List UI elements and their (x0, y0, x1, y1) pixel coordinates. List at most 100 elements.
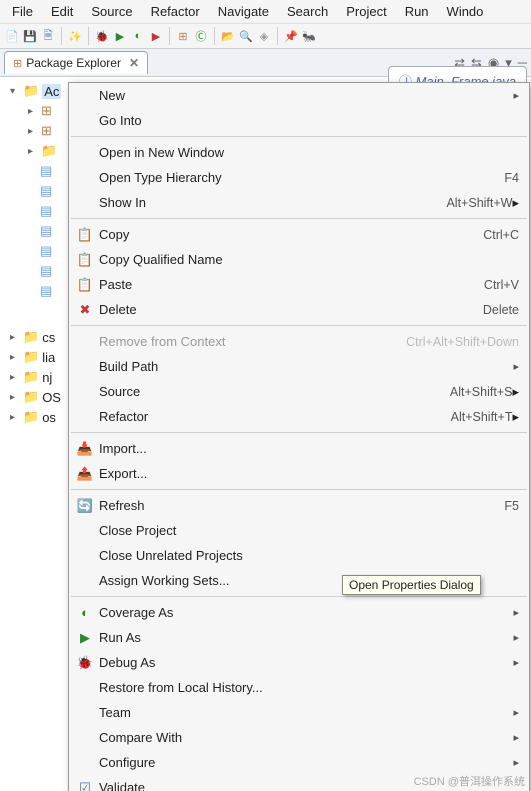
menu-item-open-in-new-window[interactable]: Open in New Window (69, 140, 529, 165)
menu-item-label: Coverage As (95, 605, 173, 620)
menu-item-team[interactable]: Team ▸ (69, 700, 529, 725)
delete-icon: ✖ (75, 302, 95, 318)
menu-item-copy[interactable]: 📋CopyCtrl+C (69, 222, 529, 247)
menu-separator (71, 218, 527, 219)
menu-item-source[interactable]: SourceAlt+Shift+S ▸ (69, 379, 529, 404)
menu-item-new[interactable]: New ▸ (69, 83, 529, 108)
menu-item-label: Compare With (95, 730, 182, 745)
run-icon[interactable]: ▶ (112, 28, 128, 44)
ext-tools-icon[interactable]: ▶ (148, 28, 164, 44)
ant-icon[interactable]: 🐜 (301, 28, 317, 44)
menu-refactor[interactable]: Refactor (143, 2, 208, 21)
search-icon[interactable]: 🔍 (238, 28, 254, 44)
toggle-icon[interactable]: ◈ (256, 28, 272, 44)
save-all-icon[interactable]: 🗎 (40, 28, 56, 44)
menu-window[interactable]: Windo (439, 2, 492, 21)
open-type-icon[interactable]: 📂 (220, 28, 236, 44)
menu-navigate[interactable]: Navigate (210, 2, 277, 21)
menu-separator (71, 325, 527, 326)
coverage-icon[interactable]: ◐ (130, 28, 146, 44)
menu-item-show-in[interactable]: Show InAlt+Shift+W ▸ (69, 190, 529, 215)
submenu-arrow-icon: ▸ (493, 360, 519, 373)
tab-label: Package Explorer (26, 56, 121, 70)
menu-item-build-path[interactable]: Build Path ▸ (69, 354, 529, 379)
menu-item-label: Remove from Context (95, 334, 225, 349)
new-icon[interactable]: 📄 (4, 28, 20, 44)
new-class-icon[interactable]: Ⓒ (193, 28, 209, 44)
expand-icon[interactable]: ▸ (10, 412, 20, 423)
menu-project[interactable]: Project (338, 2, 394, 21)
menu-item-open-type-hierarchy[interactable]: Open Type HierarchyF4 (69, 165, 529, 190)
menu-item-refactor[interactable]: RefactorAlt+Shift+T ▸ (69, 404, 529, 429)
accelerator: F5 (504, 499, 519, 513)
menu-item-import[interactable]: 📥Import... (69, 436, 529, 461)
accelerator: F4 (504, 171, 519, 185)
menu-item-delete[interactable]: ✖DeleteDelete (69, 297, 529, 322)
menu-item-run-as[interactable]: ▶Run As ▸ (69, 625, 529, 650)
expand-icon[interactable]: ▾ (10, 86, 20, 97)
file-icon: ▤ (40, 263, 52, 279)
close-icon[interactable]: ✕ (129, 56, 139, 70)
accelerator: Alt+Shift+T (451, 410, 513, 424)
tooltip: Open Properties Dialog (342, 575, 481, 595)
new-pkg-icon[interactable]: ⊞ (175, 28, 191, 44)
accelerator: Ctrl+V (484, 278, 519, 292)
project-label: cs (42, 330, 55, 345)
pin-icon[interactable]: 📌 (283, 28, 299, 44)
menu-source[interactable]: Source (83, 2, 140, 21)
file-icon: ▤ (40, 223, 52, 239)
run-icon: ▶ (75, 630, 95, 646)
menu-item-debug-as[interactable]: 🐞Debug As ▸ (69, 650, 529, 675)
menu-item-restore-from-local-history[interactable]: Restore from Local History... (69, 675, 529, 700)
menu-item-compare-with[interactable]: Compare With ▸ (69, 725, 529, 750)
menu-item-label: Go Into (95, 113, 142, 128)
menu-item-label: Refresh (95, 498, 145, 513)
menu-file[interactable]: File (4, 2, 41, 21)
expand-icon[interactable]: ▸ (10, 352, 20, 363)
package-explorer-tab[interactable]: ⊞ Package Explorer ✕ (4, 51, 148, 74)
menu-item-close-unrelated-projects[interactable]: Close Unrelated Projects (69, 543, 529, 568)
debug-icon[interactable]: 🐞 (94, 28, 110, 44)
project-label: os (42, 410, 56, 425)
watermark: CSDN @普洱操作系统 (414, 773, 525, 789)
menu-item-paste[interactable]: 📋PasteCtrl+V (69, 272, 529, 297)
menu-item-copy-qualified-name[interactable]: 📋Copy Qualified Name (69, 247, 529, 272)
menu-item-refresh[interactable]: 🔄RefreshF5 (69, 493, 529, 518)
file-icon: ▤ (40, 163, 52, 179)
menu-item-label: Delete (95, 302, 137, 317)
menu-item-label: Restore from Local History... (95, 680, 263, 695)
wand-icon[interactable]: ✨ (67, 28, 83, 44)
expand-icon[interactable]: ▸ (10, 332, 20, 343)
menu-item-coverage-as[interactable]: ◐Coverage As ▸ (69, 600, 529, 625)
expand-icon[interactable]: ▸ (28, 126, 38, 137)
menu-item-label: New (95, 88, 125, 103)
save-icon[interactable]: 💾 (22, 28, 38, 44)
menu-item-configure[interactable]: Configure ▸ (69, 750, 529, 775)
context-menu: New ▸ Go Into Open in New WindowOpen Type … (68, 82, 530, 791)
menu-item-export[interactable]: 📤Export... (69, 461, 529, 486)
expand-icon[interactable]: ▸ (28, 106, 38, 117)
menu-item-remove-from-context: Remove from Context Ctrl+Alt+Shift+Down (69, 329, 529, 354)
project-label: lia (42, 350, 55, 365)
menu-item-label: Run As (95, 630, 141, 645)
expand-icon[interactable]: ▸ (10, 372, 20, 383)
menu-item-label: Show In (95, 195, 146, 210)
check-icon: ☑ (75, 780, 95, 791)
menu-search[interactable]: Search (279, 2, 336, 21)
project-label: OS (42, 390, 61, 405)
folder-icon: 📁 (41, 143, 57, 159)
expand-icon[interactable]: ▸ (28, 146, 38, 157)
menu-edit[interactable]: Edit (43, 2, 81, 21)
file-icon: ▤ (40, 183, 52, 199)
project-icon: 📁 (23, 369, 39, 385)
project-label: Ac (42, 84, 61, 99)
menu-item-label: Copy Qualified Name (95, 252, 223, 267)
menu-run[interactable]: Run (397, 2, 437, 21)
menu-item-label: Import... (95, 441, 147, 456)
expand-icon[interactable]: ▸ (10, 392, 20, 403)
menu-item-go-into[interactable]: Go Into (69, 108, 529, 133)
accelerator: Ctrl+Alt+Shift+Down (406, 335, 519, 349)
menu-item-label: Team (95, 705, 131, 720)
menu-item-close-project[interactable]: Close Project (69, 518, 529, 543)
separator (169, 27, 170, 45)
